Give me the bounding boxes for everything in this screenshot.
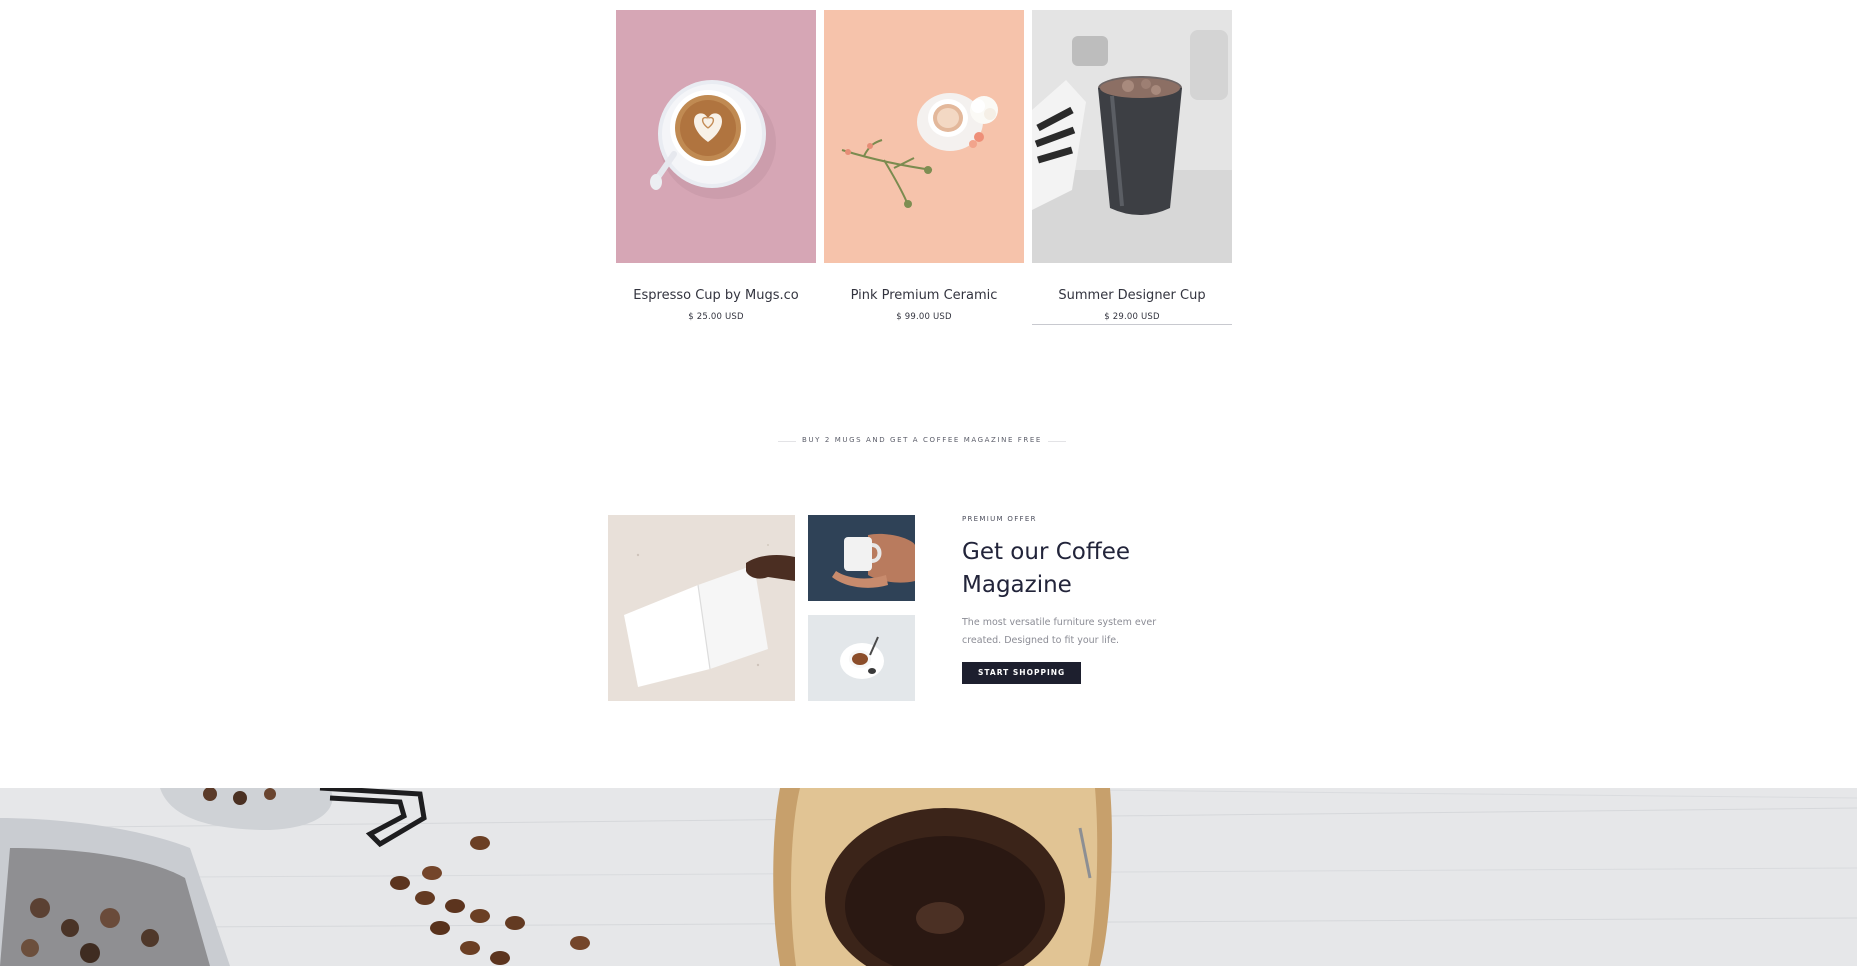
product-name: Espresso Cup by Mugs.co	[633, 288, 799, 303]
product-price: $ 25.00 USD	[688, 312, 744, 322]
black-iced-coffee-cup-image	[1032, 10, 1232, 263]
product-card[interactable]: Espresso Cup by Mugs.co $ 25.00 USD	[616, 10, 816, 330]
offer-eyebrow: PREMIUM OFFER	[962, 515, 1037, 523]
coffee-beans-banner-image	[0, 788, 1857, 966]
latte-cup-on-pink-image	[616, 10, 816, 263]
product-grid: Espresso Cup by Mugs.co $ 25.00 USD Pink…	[616, 10, 1232, 330]
open-magazine-image	[608, 515, 795, 701]
product-name: Pink Premium Ceramic	[850, 288, 998, 303]
offer-title: Get our Coffee Magazine	[962, 539, 1130, 598]
offer-description: The most versatile furniture system ever…	[962, 617, 1157, 646]
start-shopping-button[interactable]: START SHOPPING	[962, 662, 1082, 684]
ceramic-cup-with-flowers-image	[824, 10, 1024, 263]
product-card[interactable]: Summer Designer Cup $ 29.00 USD	[1032, 10, 1232, 330]
promo-text: BUY 2 MUGS AND GET A COFFEE MAGAZINE FRE…	[802, 436, 1042, 444]
product-hover-underline	[1032, 324, 1232, 325]
espresso-cup-image	[808, 615, 915, 701]
divider	[1048, 441, 1066, 442]
product-name: Summer Designer Cup	[1058, 288, 1206, 303]
promo-banner: BUY 2 MUGS AND GET A COFFEE MAGAZINE FRE…	[778, 436, 1066, 448]
product-card[interactable]: Pink Premium Ceramic $ 99.00 USD	[824, 10, 1024, 330]
product-price: $ 29.00 USD	[1104, 312, 1160, 322]
product-price: $ 99.00 USD	[896, 312, 952, 322]
offer-panel: PREMIUM OFFER Get our Coffee Magazine Th…	[962, 515, 1182, 684]
hand-holding-mug-image	[808, 515, 915, 601]
